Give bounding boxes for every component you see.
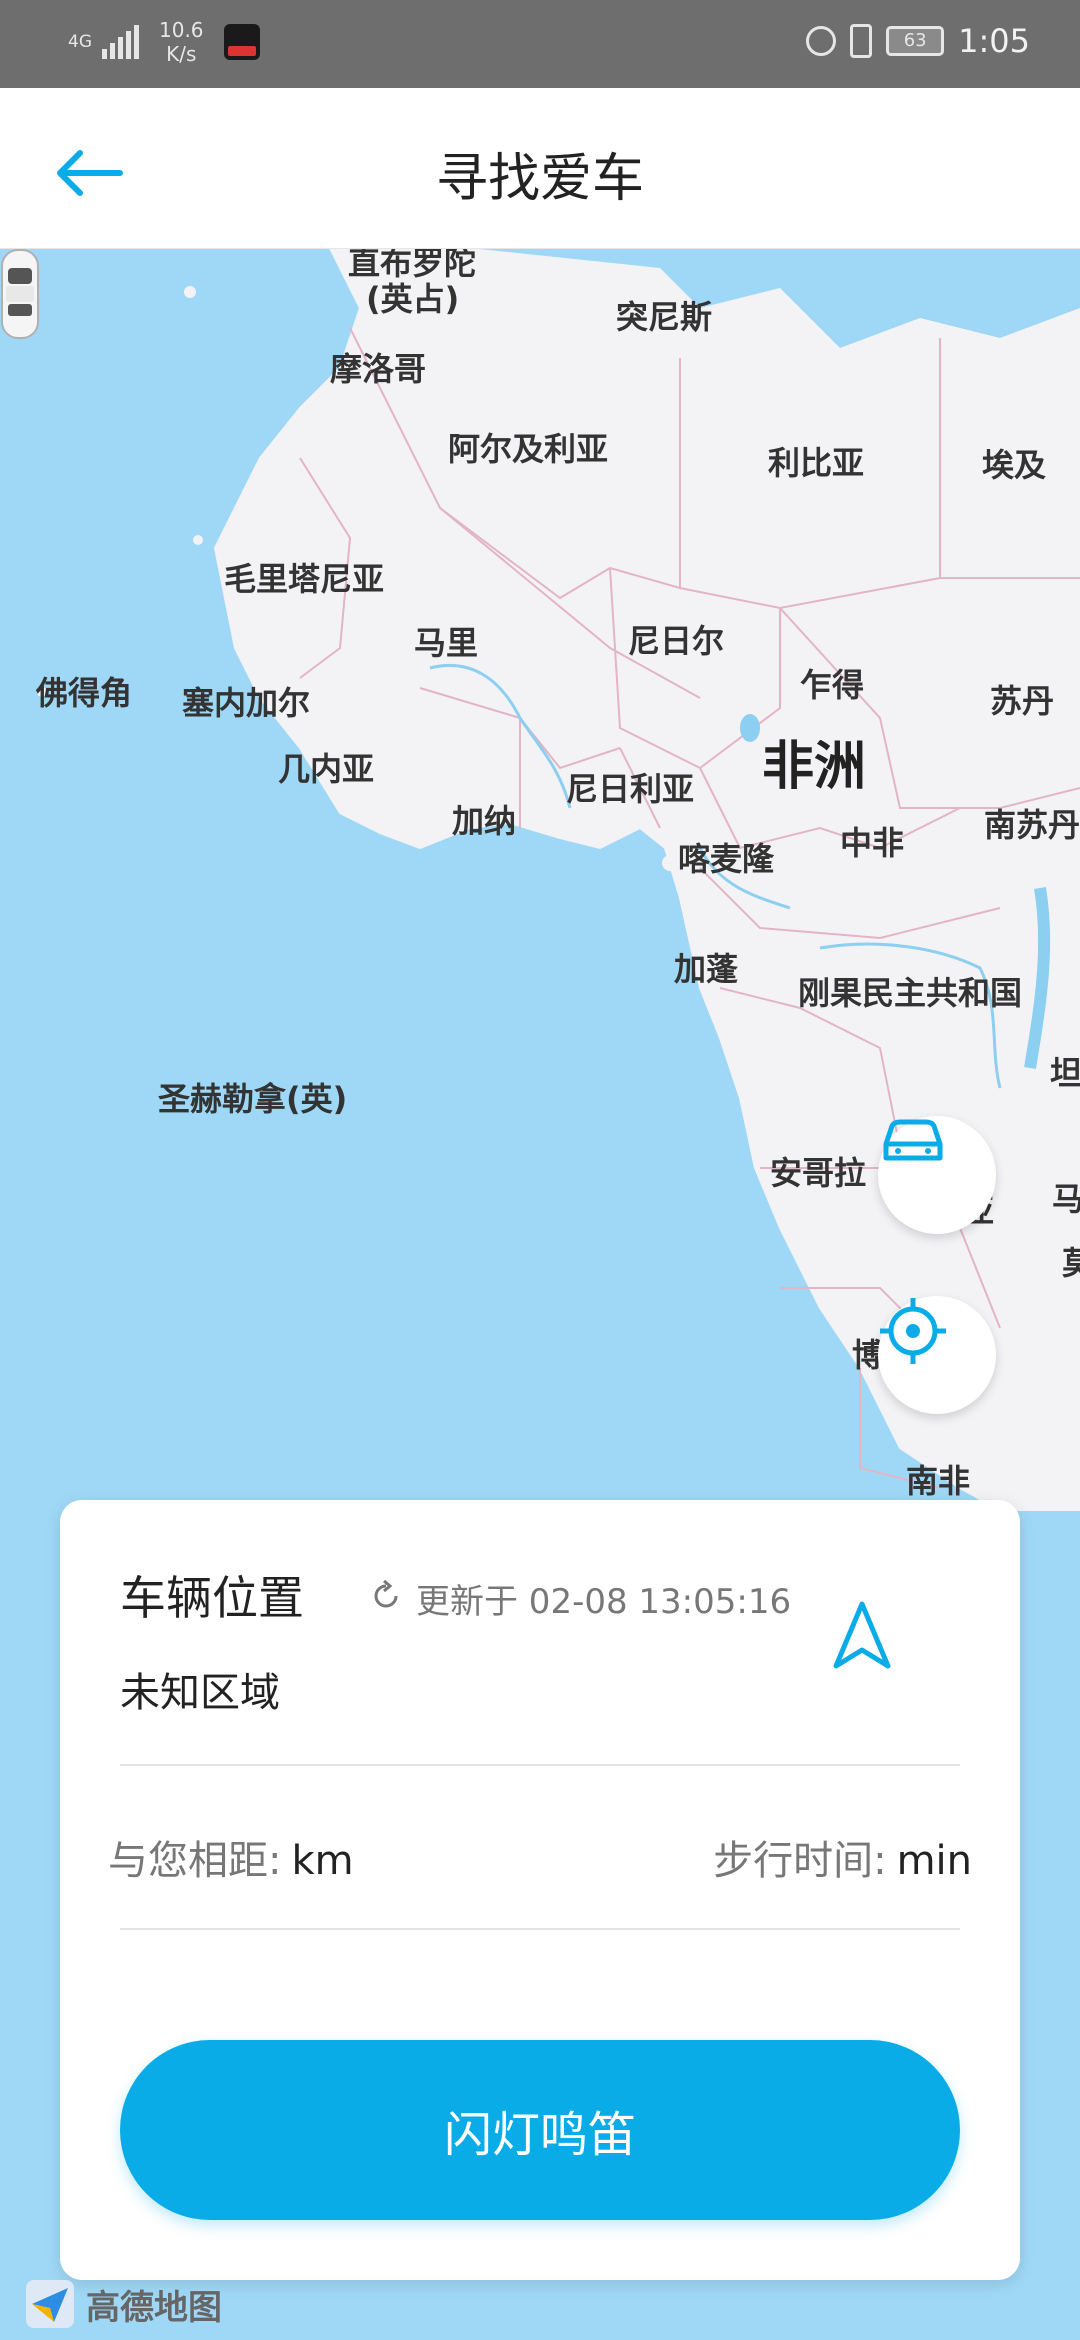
walk-time-label: 步行时间: xyxy=(713,1838,887,1884)
amap-logo-icon xyxy=(26,2280,74,2328)
map-label: 南苏丹 xyxy=(984,806,1080,844)
map-label: 喀麦隆 xyxy=(678,840,775,878)
refresh-icon[interactable] xyxy=(370,1580,402,1612)
island xyxy=(193,535,203,545)
status-bar: 4G 10.6 K/s 63 1:05 xyxy=(0,0,1080,88)
amap-logo: 高德地图 xyxy=(24,2278,222,2330)
map-label: 塞内加尔 xyxy=(182,684,311,722)
vehicle-location: 未知区域 xyxy=(120,1670,280,1716)
map-label: 摩洛哥 xyxy=(330,350,427,388)
locate-car-button[interactable] xyxy=(878,1116,996,1234)
crosshair-icon xyxy=(880,1298,946,1364)
speed-value: 10.6 xyxy=(159,18,204,42)
map-label: 几内亚 xyxy=(278,750,375,788)
map-label: 阿尔及利亚 xyxy=(448,430,609,468)
tiktok-notification-icon xyxy=(223,24,260,60)
island xyxy=(662,855,678,871)
navigate-icon[interactable] xyxy=(830,1600,894,1672)
distance-row: 与您相距: km xyxy=(108,1828,354,1886)
map-label: (英占) xyxy=(366,280,460,318)
divider xyxy=(120,1928,960,1930)
map-label: 刚果民主共和国 xyxy=(798,974,1023,1012)
map-label: 埃及 xyxy=(982,446,1047,484)
map-label: 中非 xyxy=(840,824,905,862)
network-type: 4G xyxy=(68,32,92,52)
map-label: 加蓬 xyxy=(674,950,739,988)
distance-label: 与您相距: xyxy=(108,1838,282,1884)
distance-value: km xyxy=(291,1838,354,1884)
map-label: 乍得 xyxy=(800,666,865,704)
map-label: 安哥拉 xyxy=(770,1154,867,1192)
page-title: 寻找爱车 xyxy=(435,149,644,209)
map-label: 突尼斯 xyxy=(616,298,713,336)
map-label: 马 xyxy=(1052,1180,1080,1218)
lake-chad xyxy=(740,714,760,742)
map-label: 南非 xyxy=(906,1462,971,1500)
update-time: 更新于 02-08 13:05:16 xyxy=(416,1582,792,1622)
flash-honk-button[interactable]: 闪灯鸣笛 xyxy=(120,2040,960,2220)
status-right: 63 1:05 xyxy=(806,22,1030,60)
map-label: 苏丹 xyxy=(990,682,1055,720)
map-label: 尼日利亚 xyxy=(566,770,695,808)
map-label: 马里 xyxy=(414,624,479,662)
car-icon xyxy=(883,1119,943,1161)
clock: 1:05 xyxy=(958,22,1030,60)
map-label: 莫 xyxy=(1062,1244,1080,1282)
walk-time-row: 步行时间: min xyxy=(713,1828,972,1886)
status-left: 4G 10.6 K/s xyxy=(68,18,260,66)
map-label: 坦 xyxy=(1050,1054,1080,1092)
car-marker-icon[interactable] xyxy=(0,248,40,340)
vehicle-info-card: 车辆位置 更新于 02-08 13:05:16 未知区域 与您相距: km 步行时… xyxy=(60,1500,1020,2280)
network-speed: 10.6 K/s xyxy=(159,18,204,66)
speed-unit: K/s xyxy=(166,42,197,66)
app-header: 寻找爱车 xyxy=(0,88,1080,249)
card-title: 车辆位置 xyxy=(120,1571,304,1625)
amap-logo-text: 高德地图 xyxy=(86,2287,222,2328)
vibrate-icon xyxy=(850,24,873,58)
map-label: 尼日尔 xyxy=(628,622,725,660)
map-label: 加纳 xyxy=(452,802,517,840)
signal-icon xyxy=(102,25,139,59)
island xyxy=(184,286,196,298)
map-label: 圣赫勒拿(英) xyxy=(158,1080,348,1118)
walk-time-value: min xyxy=(896,1838,972,1884)
battery-icon: 63 xyxy=(886,26,945,56)
divider xyxy=(120,1764,960,1766)
map-label: 毛里塔尼亚 xyxy=(224,560,385,598)
map-label-continent: 非洲 xyxy=(762,737,867,797)
map-label: 利比亚 xyxy=(768,444,865,482)
alarm-icon xyxy=(806,26,837,56)
my-location-button[interactable] xyxy=(878,1296,996,1414)
map-label: 佛得角 xyxy=(36,674,133,712)
